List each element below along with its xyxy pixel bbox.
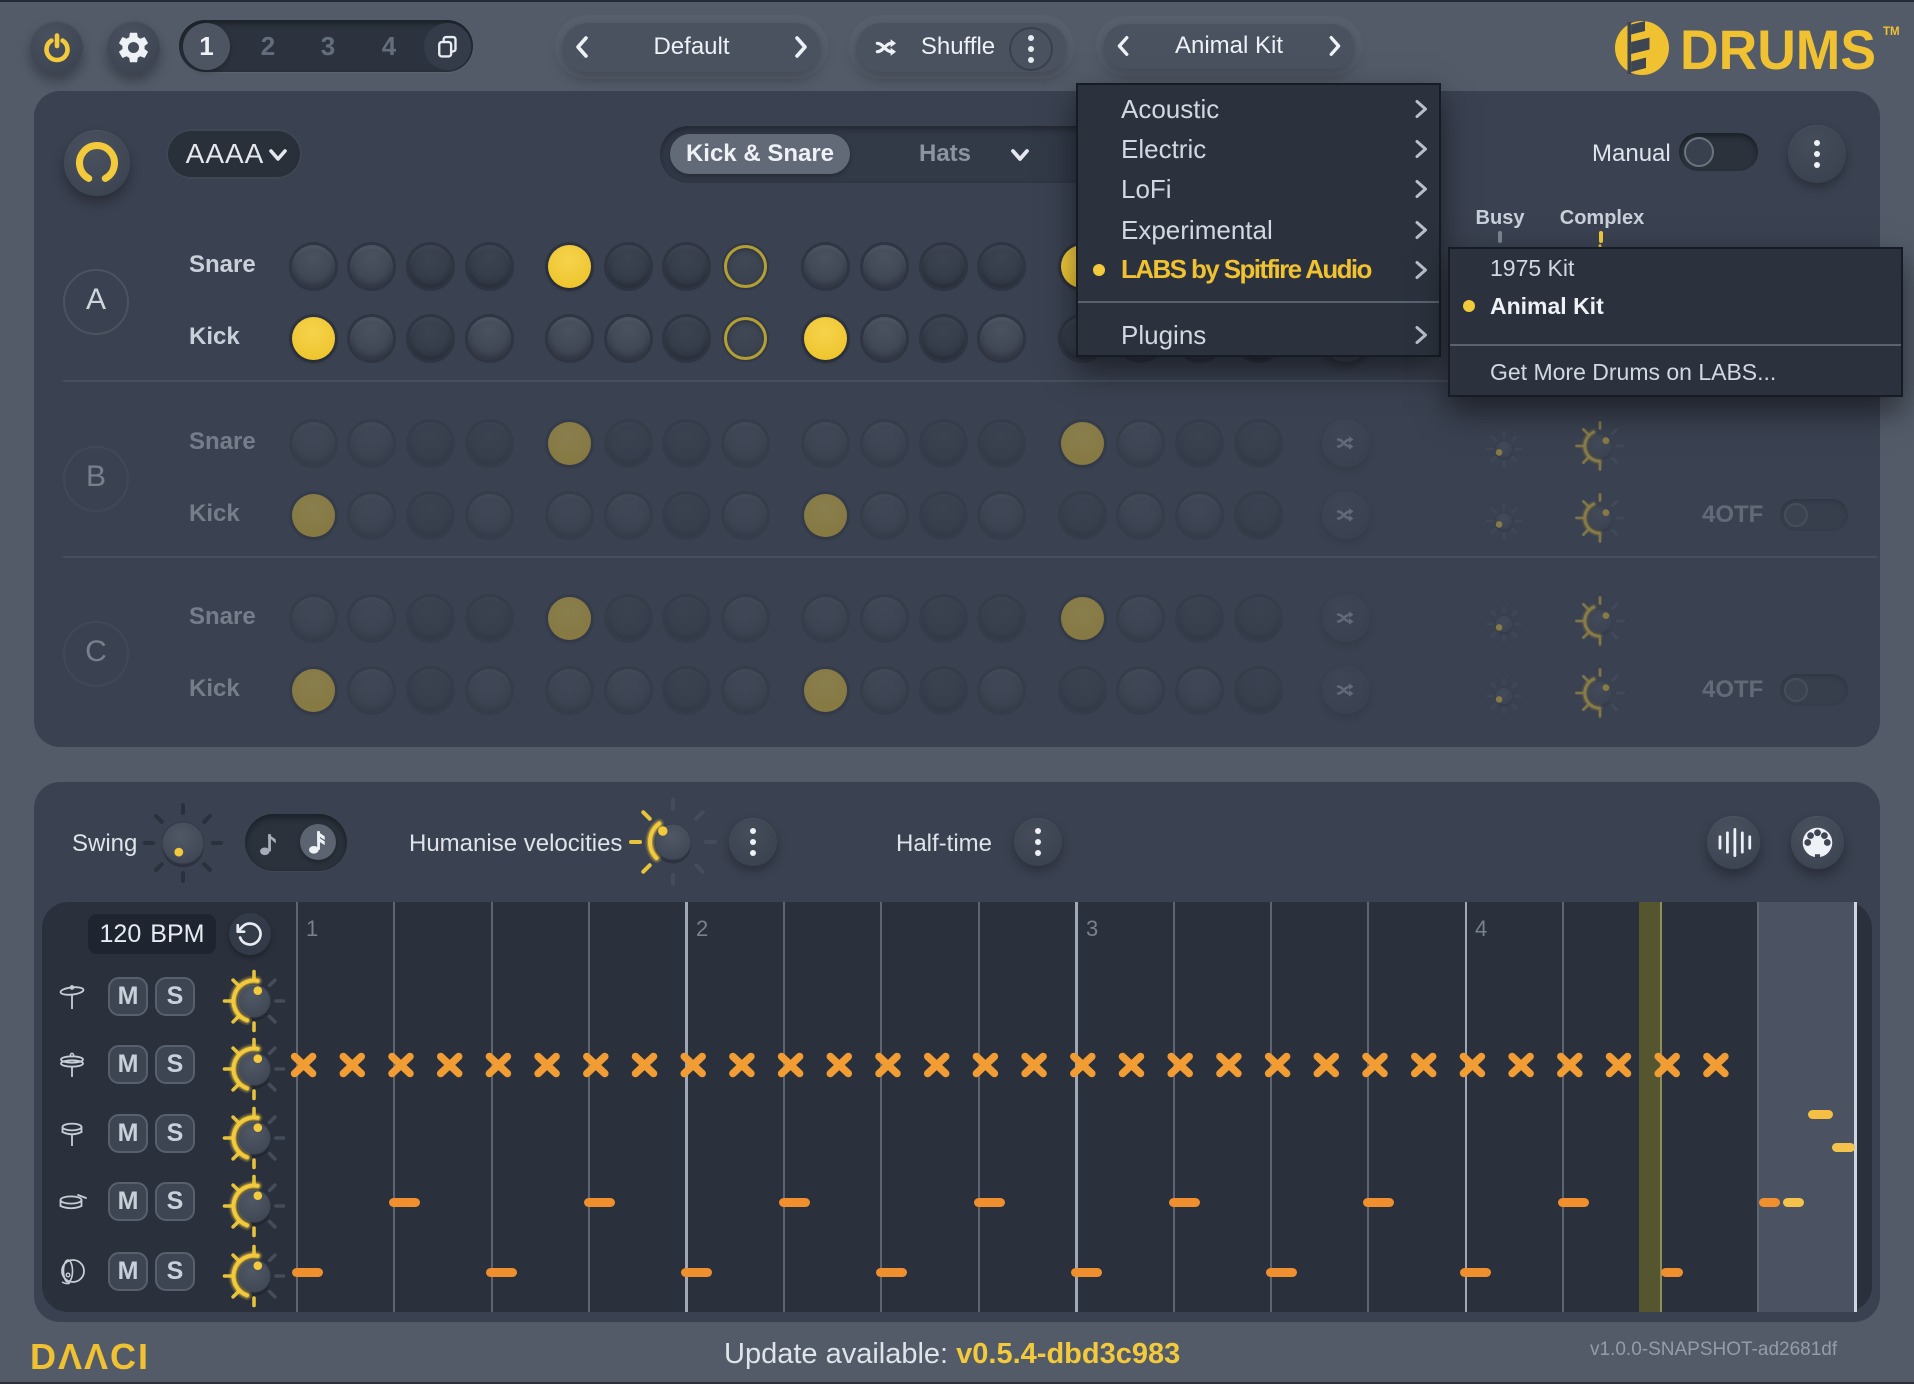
svg-text:DRUMS: DRUMS (1680, 18, 1876, 81)
svg-text:TM: TM (1883, 26, 1900, 38)
